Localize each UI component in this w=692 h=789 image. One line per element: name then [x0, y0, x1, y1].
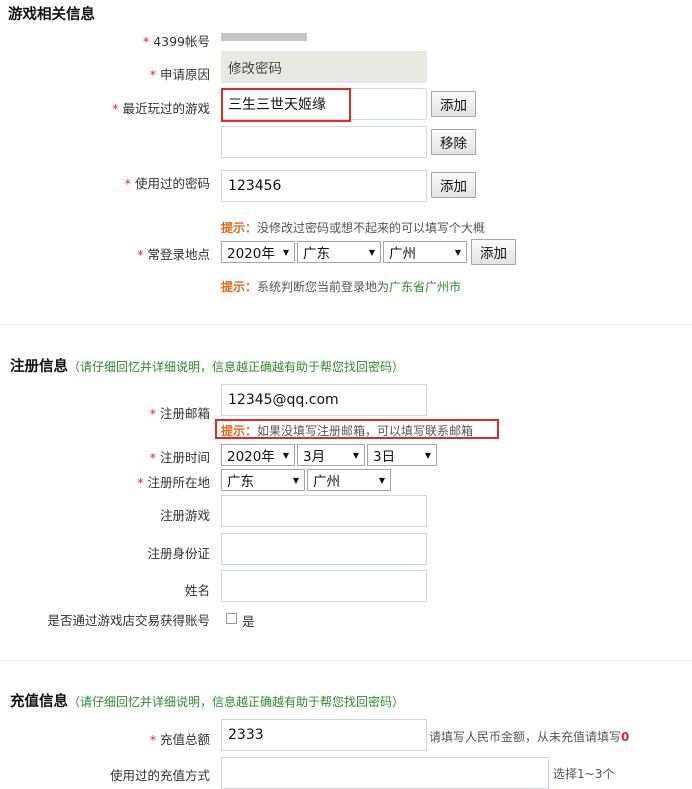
register-idcard-label: 注册身份证 [147, 546, 210, 561]
chevron-down-icon: ▼ [282, 247, 289, 257]
chevron-down-icon: ▼ [292, 475, 299, 485]
location-tip: 提示：系统判断您当前登录地为广东省广州市 [221, 280, 462, 294]
recharge-method-input[interactable] [221, 757, 549, 789]
register-game-input[interactable] [221, 495, 427, 527]
register-year-select[interactable]: 2020年 ▼ [221, 444, 295, 466]
name-label: 姓名 [184, 583, 210, 598]
shop-trade-checkbox[interactable] [226, 613, 237, 624]
highlight-box-email-tip [215, 419, 499, 439]
chevron-down-icon: ▼ [378, 475, 385, 485]
password-input[interactable]: 123456 [221, 170, 427, 202]
account-value-redacted [221, 33, 307, 41]
register-section-title: 注册信息 [10, 359, 68, 375]
register-time-label: * 注册时间 [149, 450, 210, 465]
register-section-subtitle: （请仔细回忆并详细说明，信息越正确越有助于帮您找回密码） [68, 360, 405, 374]
register-email-label: * 注册邮箱 [149, 406, 210, 421]
password-label: * 使用过的密码 [124, 176, 210, 191]
chevron-down-icon: ▼ [368, 247, 375, 257]
register-game-label: 注册游戏 [159, 508, 210, 523]
register-day-select[interactable]: 3日 ▼ [367, 444, 437, 466]
shop-trade-yes-label: 是 [242, 614, 255, 629]
location-province-select[interactable]: 广东 ▼ [297, 241, 381, 263]
recharge-total-label: * 充值总额 [149, 732, 210, 747]
chevron-down-icon: ▼ [352, 450, 359, 460]
location-city-select[interactable]: 广州 ▼ [383, 241, 467, 263]
password-tip: 提示：没修改过密码或想不起来的可以填写个大概 [221, 221, 486, 235]
recent-game-label: * 最近玩过的游戏 [112, 101, 210, 116]
add-location-button[interactable]: 添加 [471, 239, 516, 265]
register-city-select[interactable]: 广州 ▼ [307, 469, 391, 491]
register-email-input[interactable]: 12345@qq.com [221, 384, 427, 416]
chevron-down-icon: ▼ [282, 450, 289, 460]
add-game-button[interactable]: 添加 [431, 91, 476, 117]
location-year-select[interactable]: 2020年 ▼ [221, 241, 295, 263]
chevron-down-icon: ▼ [454, 247, 461, 257]
name-input[interactable] [221, 570, 427, 602]
recharge-method-hint: 选择1~3个 [553, 767, 615, 781]
section-divider-2 [0, 660, 692, 661]
recharge-method-label: 使用过的充值方式 [109, 768, 210, 783]
register-section-header: 注册信息（请仔细回忆并详细说明，信息越正确越有助于帮您找回密码） [10, 355, 404, 376]
remove-game-button[interactable]: 移除 [431, 129, 476, 155]
register-place-label: * 注册所在地 [137, 475, 210, 490]
chevron-down-icon: ▼ [424, 450, 431, 460]
recharge-section-header: 充值信息（请仔细回忆并详细说明，信息越正确越有助于帮您找回密码） [10, 690, 404, 711]
section-divider-1 [0, 324, 692, 325]
recharge-section-title: 充值信息 [10, 694, 68, 710]
recharge-total-input[interactable]: 2333 [221, 719, 427, 751]
add-password-button[interactable]: 添加 [431, 172, 476, 198]
register-idcard-input[interactable] [221, 533, 427, 565]
register-province-select[interactable]: 广东 ▼ [221, 469, 305, 491]
shop-trade-label: 是否通过游戏店交易获得账号 [47, 613, 210, 628]
recharge-section-subtitle: （请仔细回忆并详细说明，信息越正确越有助于帮您找回密码） [68, 695, 405, 709]
location-label: * 常登录地点 [137, 247, 210, 262]
reason-label: * 申请原因 [149, 67, 210, 82]
reason-field: 修改密码 [221, 51, 427, 83]
game-section-title: 游戏相关信息 [8, 7, 95, 23]
account-label: * 4399帐号 [142, 34, 210, 49]
register-month-select[interactable]: 3月 ▼ [297, 444, 365, 466]
highlight-box-recent-game [221, 88, 351, 122]
recharge-total-hint: 请填写人民币金额，从未充值请填写0 [429, 730, 630, 744]
recent-game-input-2[interactable] [221, 126, 427, 158]
